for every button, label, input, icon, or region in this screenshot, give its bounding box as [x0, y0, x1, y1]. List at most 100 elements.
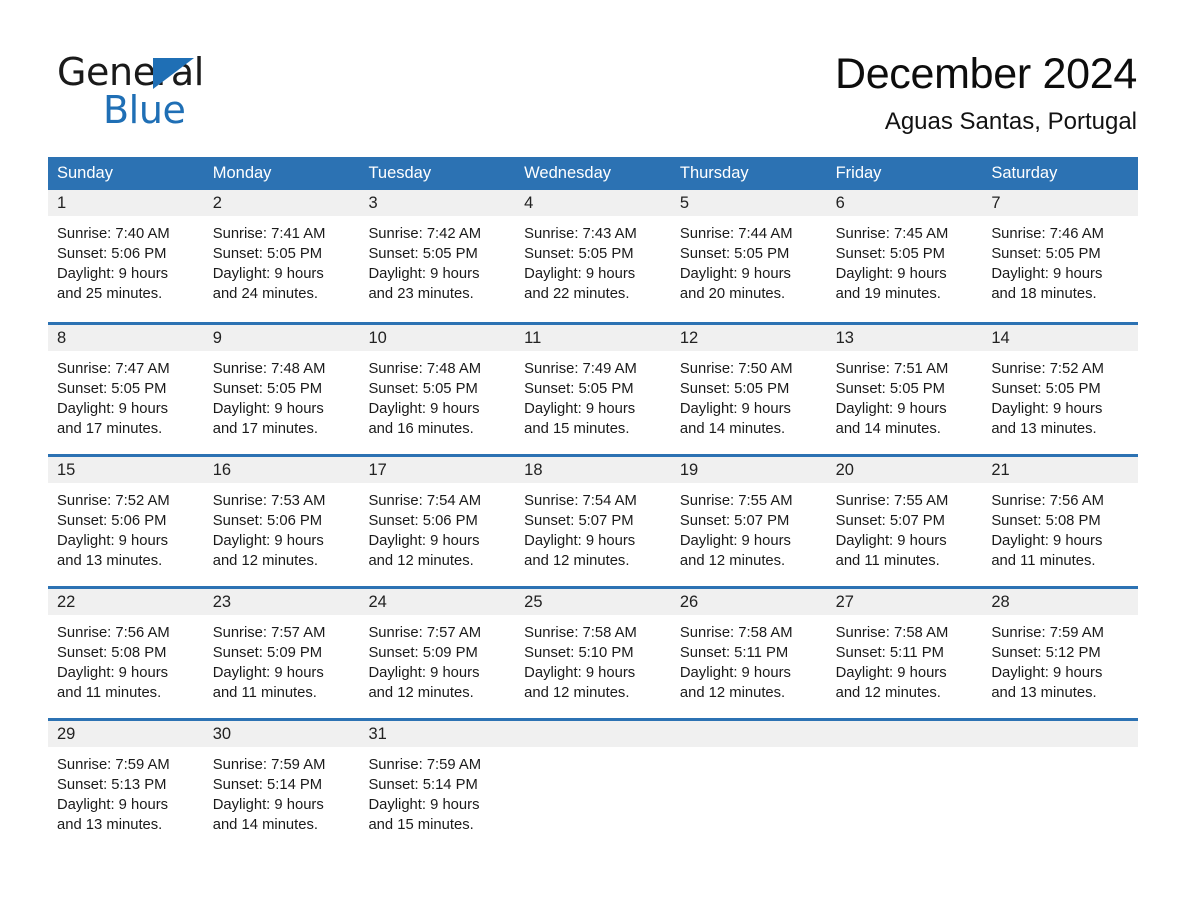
day-cell[interactable]: 20 Sunrise: 7:55 AM Sunset: 5:07 PM Dayligh…: [826, 457, 983, 586]
day-number: 16: [203, 457, 360, 483]
day-cell[interactable]: 31 Sunrise: 7:59 AM Sunset: 5:14 PM Dayligh…: [359, 721, 516, 850]
daylight-line1-text: Daylight: 9 hours: [57, 665, 169, 682]
day-number: [826, 721, 983, 747]
sunrise-text: Sunrise: 7:59 AM: [991, 625, 1104, 641]
day-details: Sunrise: 7:53 AM Sunset: 5:06 PM Daylight:…: [204, 483, 360, 571]
day-details: Sunrise: 7:52 AM Sunset: 5:05 PM Daylight:…: [982, 351, 1138, 439]
day-cell[interactable]: 21 Sunrise: 7:56 AM Sunset: 5:08 PM Dayligh…: [982, 457, 1139, 586]
weekday-header-monday: Monday: [212, 164, 272, 182]
sunset-text: Sunset: 5:05 PM: [835, 246, 945, 263]
day-details: Sunrise: 7:57 AM Sunset: 5:09 PM Daylight:…: [359, 615, 515, 703]
daylight-line2-text: and 14 minutes.: [679, 421, 786, 438]
daylight-line2-text: and 13 minutes.: [57, 817, 163, 834]
sunset-text: Sunset: 5:08 PM: [991, 513, 1101, 530]
day-number: 13: [826, 325, 983, 351]
sunrise-text: Sunrise: 7:43 AM: [524, 226, 637, 242]
sunset-text: Sunset: 5:11 PM: [679, 645, 789, 662]
day-cell[interactable]: 8 Sunrise: 7:47 AM Sunset: 5:05 PM Daylight…: [48, 325, 204, 454]
daylight-line1-text: Daylight: 9 hours: [368, 533, 480, 550]
day-cell[interactable]: 2 Sunrise: 7:41 AM Sunset: 5:05 PM Daylight…: [203, 190, 360, 322]
daylight-line2-text: and 24 minutes.: [212, 286, 319, 303]
day-cell[interactable]: 19 Sunrise: 7:55 AM Sunset: 5:07 PM Dayligh…: [670, 457, 827, 586]
day-number: 14: [982, 325, 1139, 351]
daylight-line1-text: Daylight: 9 hours: [679, 266, 791, 283]
weekday-header-row: Sunday Monday Tuesday Wednesday Thursday Frid…: [48, 157, 1138, 190]
daylight-line2-text: and 20 minutes.: [679, 286, 786, 303]
sunrise-text: Sunrise: 7:42 AM: [368, 226, 482, 242]
sunset-text: Sunset: 5:06 PM: [212, 513, 323, 530]
day-cell[interactable]: 28 Sunrise: 7:59 AM Sunset: 5:12 PM Dayligh…: [982, 589, 1139, 718]
day-number: 18: [515, 457, 671, 483]
sunset-text: Sunset: 5:05 PM: [679, 381, 790, 398]
day-cell[interactable]: 16 Sunrise: 7:53 AM Sunset: 5:06 PM Dayligh…: [203, 457, 360, 586]
daylight-line1-text: Daylight: 9 hours: [57, 797, 169, 814]
day-cell[interactable]: 22 Sunrise: 7:56 AM Sunset: 5:08 PM Dayligh…: [48, 589, 204, 718]
day-cell[interactable]: 30 Sunrise: 7:59 AM Sunset: 5:14 PM Dayligh…: [203, 721, 360, 850]
day-details: Sunrise: 7:55 AM Sunset: 5:07 PM Daylight:…: [671, 483, 827, 571]
sunrise-text: Sunrise: 7:52 AM: [57, 493, 170, 509]
day-number: 24: [359, 589, 516, 615]
sunset-text: Sunset: 5:05 PM: [524, 246, 634, 263]
daylight-line1-text: Daylight: 9 hours: [524, 533, 636, 550]
day-details: Sunrise: 7:43 AM Sunset: 5:05 PM Daylight:…: [515, 216, 671, 304]
day-cell[interactable]: 3 Sunrise: 7:42 AM Sunset: 5:05 PM Daylight…: [359, 190, 516, 322]
day-cell[interactable]: 29 Sunrise: 7:59 AM Sunset: 5:13 PM Dayligh…: [48, 721, 204, 850]
day-details: Sunrise: 7:41 AM Sunset: 5:05 PM Daylight:…: [204, 216, 360, 304]
daylight-line1-text: Daylight: 9 hours: [991, 266, 1103, 283]
sunrise-text: Sunrise: 7:56 AM: [991, 493, 1104, 509]
day-cell[interactable]: 4 Sunrise: 7:43 AM Sunset: 5:05 PM Daylight…: [515, 190, 671, 322]
day-number: 19: [670, 457, 827, 483]
page-title: December 2024: [834, 50, 1137, 98]
day-cell[interactable]: 9 Sunrise: 7:48 AM Sunset: 5:05 PM Daylight…: [203, 325, 360, 454]
sunrise-text: Sunrise: 7:44 AM: [679, 226, 793, 242]
calendar-week-row: 15 Sunrise: 7:52 AM Sunset: 5:06 PM Dayligh…: [48, 454, 1139, 586]
day-cell[interactable]: 15 Sunrise: 7:52 AM Sunset: 5:06 PM Dayligh…: [48, 457, 204, 586]
day-cell[interactable]: 5 Sunrise: 7:44 AM Sunset: 5:05 PM Daylight…: [670, 190, 827, 322]
daylight-line2-text: and 17 minutes.: [212, 421, 319, 438]
day-cell[interactable]: 13 Sunrise: 7:51 AM Sunset: 5:05 PM Dayligh…: [826, 325, 983, 454]
day-cell[interactable]: 27 Sunrise: 7:58 AM Sunset: 5:11 PM Dayligh…: [826, 589, 983, 718]
day-cell[interactable]: 18 Sunrise: 7:54 AM Sunset: 5:07 PM Dayligh…: [515, 457, 671, 586]
sunrise-text: Sunrise: 7:58 AM: [524, 625, 637, 641]
day-cell[interactable]: 25 Sunrise: 7:58 AM Sunset: 5:10 PM Dayligh…: [515, 589, 671, 718]
sunset-text: Sunset: 5:05 PM: [991, 381, 1101, 398]
sunset-text: Sunset: 5:07 PM: [524, 513, 634, 530]
day-cell[interactable]: 17 Sunrise: 7:54 AM Sunset: 5:06 PM Dayligh…: [359, 457, 516, 586]
daylight-line2-text: and 12 minutes.: [835, 685, 941, 702]
day-cell[interactable]: 1 Sunrise: 7:40 AM Sunset: 5:06 PM Daylight…: [48, 190, 204, 322]
daylight-line2-text: and 11 minutes.: [57, 685, 162, 702]
daylight-line2-text: and 12 minutes.: [679, 553, 786, 570]
daylight-line2-text: and 16 minutes.: [368, 421, 474, 438]
sunset-text: Sunset: 5:09 PM: [212, 645, 323, 662]
sunset-text: Sunset: 5:10 PM: [524, 645, 634, 662]
sunrise-text: Sunrise: 7:45 AM: [835, 226, 949, 242]
sunrise-text: Sunrise: 7:52 AM: [991, 361, 1104, 377]
daylight-line1-text: Daylight: 9 hours: [368, 266, 480, 283]
day-cell[interactable]: 7 Sunrise: 7:46 AM Sunset: 5:05 PM Daylight…: [982, 190, 1139, 322]
daylight-line1-text: Daylight: 9 hours: [524, 266, 636, 283]
sunrise-text: Sunrise: 7:51 AM: [835, 361, 949, 377]
day-number: [982, 721, 1139, 747]
day-cell[interactable]: 12 Sunrise: 7:50 AM Sunset: 5:05 PM Dayligh…: [670, 325, 827, 454]
calendar-grid: Sunday Monday Tuesday Wednesday Thursday Frid…: [48, 157, 1139, 850]
day-details: Sunrise: 7:48 AM Sunset: 5:05 PM Daylight:…: [359, 351, 515, 439]
weekday-header-friday: Friday: [835, 164, 882, 182]
day-cell[interactable]: 14 Sunrise: 7:52 AM Sunset: 5:05 PM Dayligh…: [982, 325, 1139, 454]
day-details: Sunrise: 7:54 AM Sunset: 5:06 PM Daylight:…: [359, 483, 515, 571]
general-blue-logo[interactable]: General Blue: [57, 50, 317, 132]
day-cell[interactable]: 11 Sunrise: 7:49 AM Sunset: 5:05 PM Dayligh…: [515, 325, 671, 454]
daylight-line1-text: Daylight: 9 hours: [524, 665, 636, 682]
day-details: Sunrise: 7:56 AM Sunset: 5:08 PM Daylight:…: [982, 483, 1138, 571]
day-cell[interactable]: 6 Sunrise: 7:45 AM Sunset: 5:05 PM Daylight…: [826, 190, 983, 322]
day-cell[interactable]: 24 Sunrise: 7:57 AM Sunset: 5:09 PM Dayligh…: [359, 589, 516, 718]
day-details: Sunrise: 7:50 AM Sunset: 5:05 PM Daylight:…: [671, 351, 827, 439]
daylight-line1-text: Daylight: 9 hours: [212, 797, 324, 814]
day-cell[interactable]: 23 Sunrise: 7:57 AM Sunset: 5:09 PM Dayligh…: [203, 589, 360, 718]
weekday-header-thursday: Thursday: [679, 164, 749, 182]
daylight-line1-text: Daylight: 9 hours: [368, 665, 480, 682]
day-cell[interactable]: 26 Sunrise: 7:58 AM Sunset: 5:11 PM Dayligh…: [670, 589, 827, 718]
day-cell[interactable]: 10 Sunrise: 7:48 AM Sunset: 5:05 PM Dayligh…: [359, 325, 516, 454]
day-details: Sunrise: 7:40 AM Sunset: 5:06 PM Daylight:…: [48, 216, 204, 304]
day-details: Sunrise: 7:47 AM Sunset: 5:05 PM Daylight:…: [48, 351, 204, 439]
daylight-line1-text: Daylight: 9 hours: [991, 533, 1103, 550]
